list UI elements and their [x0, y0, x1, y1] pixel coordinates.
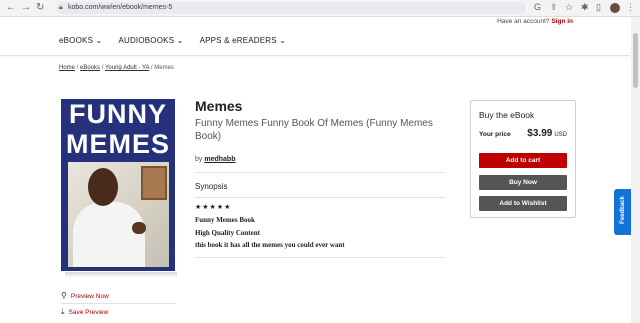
price-label: Your price — [479, 131, 511, 138]
preview-now-link[interactable]: ⚲ Preview Now — [61, 291, 109, 300]
main-nav: eBOOKS ⌄ AUDIOBOOKS ⌄ APPS & eREADERS ⌄ — [59, 36, 300, 45]
share-icon[interactable]: ⇪ — [550, 2, 558, 13]
chevron-down-icon: ⌄ — [279, 36, 287, 45]
google-icon[interactable]: G — [534, 2, 541, 12]
actions-divider — [61, 303, 175, 304]
book-title: Memes — [195, 98, 243, 114]
breadcrumb: Home / eBooks / Young Adult - YA / Memes — [59, 65, 174, 71]
synopsis-line: this book it has all the memes you could… — [195, 241, 345, 249]
synopsis-line: High Quality Content — [195, 228, 260, 237]
by-prefix: by — [195, 156, 203, 163]
breadcrumb-ebooks[interactable]: eBooks — [80, 65, 100, 71]
chevron-down-icon: ⌄ — [95, 36, 103, 45]
reload-icon[interactable]: ↻ — [36, 2, 44, 13]
cover-photo-person-hand — [132, 222, 146, 234]
feedback-label: Feedback — [620, 196, 626, 224]
url-text: kobo.com/ww/en/ebook/memes-5 — [68, 4, 173, 11]
feedback-tab[interactable]: Feedback — [614, 189, 631, 235]
cover-photo-person-body — [73, 202, 145, 267]
synopsis-heading: Synopsis — [195, 182, 228, 191]
preview-now-label: Preview Now — [70, 293, 109, 300]
add-to-cart-button[interactable]: Add to cart — [479, 153, 567, 168]
bookmark-star-icon[interactable]: ☆ — [565, 2, 573, 13]
address-bar[interactable]: 🔒︎ kobo.com/ww/en/ebook/memes-5 — [56, 2, 526, 14]
back-icon[interactable]: ← — [6, 2, 16, 13]
price: $3.99 USD — [527, 128, 567, 139]
scrollbar-thumb[interactable] — [633, 33, 638, 88]
cover-photo-frame — [141, 166, 167, 200]
cover-photo — [68, 162, 169, 267]
nav-ebooks-label: eBOOKS — [59, 36, 94, 45]
extensions-icon[interactable]: ✱ — [581, 2, 589, 13]
chevron-down-icon: ⌄ — [176, 36, 184, 45]
header-divider — [0, 55, 630, 56]
author-link[interactable]: medhabb — [204, 156, 235, 163]
nav-audiobooks-label: AUDIOBOOKS — [118, 36, 175, 45]
nav-apps-label: APPS & eREADERS — [199, 36, 277, 45]
divider — [195, 197, 445, 198]
sidepanel-icon[interactable]: ▯ — [596, 2, 601, 13]
book-cover[interactable]: FUNNY MEMES — [61, 99, 175, 271]
buy-box-title: Buy the eBook — [479, 110, 535, 120]
save-preview-label: Save Preview — [68, 309, 109, 316]
account-prompt: Have an account? Sign in — [497, 18, 573, 25]
sign-in-link[interactable]: Sign in — [551, 18, 573, 25]
byline: by medhabb — [195, 156, 235, 163]
buy-now-button[interactable]: Buy Now — [479, 175, 567, 190]
search-icon: ⚲ — [61, 291, 67, 300]
star-rating: ★★★★★ — [195, 204, 232, 211]
lock-icon: 🔒︎ — [59, 4, 63, 11]
synopsis-line: Funny Memes Book — [195, 216, 255, 224]
forward-icon[interactable]: → — [21, 2, 31, 13]
breadcrumb-home[interactable]: Home — [59, 65, 75, 71]
nav-audiobooks[interactable]: AUDIOBOOKS ⌄ — [118, 36, 183, 45]
synopsis-text: Funny Memes Book High Quality Content th… — [195, 214, 345, 252]
buy-box: Buy the eBook Your price $3.99 USD Add to… — [470, 100, 576, 218]
book-subtitle: Funny Memes Funny Book Of Memes (Funny M… — [195, 118, 433, 142]
account-prompt-text: Have an account? — [497, 18, 550, 25]
save-preview-link[interactable]: ⤓ Save Preview — [61, 307, 108, 317]
add-to-wishlist-button[interactable]: Add to Wishlist — [479, 196, 567, 211]
profile-avatar[interactable] — [610, 3, 620, 13]
cover-shadow — [65, 272, 177, 278]
nav-apps-ereaders[interactable]: APPS & eREADERS ⌄ — [200, 36, 287, 45]
download-icon: ⤓ — [61, 307, 65, 316]
cover-title-line2: MEMES — [65, 129, 170, 159]
menu-icon[interactable]: ⋮ — [626, 2, 635, 13]
browser-toolbar: ← → ↻ 🔒︎ kobo.com/ww/en/ebook/memes-5 G … — [0, 0, 640, 17]
cover-photo-person-head — [88, 168, 118, 206]
price-currency: USD — [554, 132, 567, 138]
nav-ebooks[interactable]: eBOOKS ⌄ — [59, 36, 102, 45]
price-value: $3.99 — [527, 128, 553, 139]
divider — [195, 172, 445, 173]
breadcrumb-young-adult[interactable]: Young Adult - YA — [105, 65, 149, 71]
cover-title-line1: FUNNY — [69, 99, 167, 129]
breadcrumb-current: Memes — [154, 65, 174, 71]
divider — [195, 257, 445, 258]
